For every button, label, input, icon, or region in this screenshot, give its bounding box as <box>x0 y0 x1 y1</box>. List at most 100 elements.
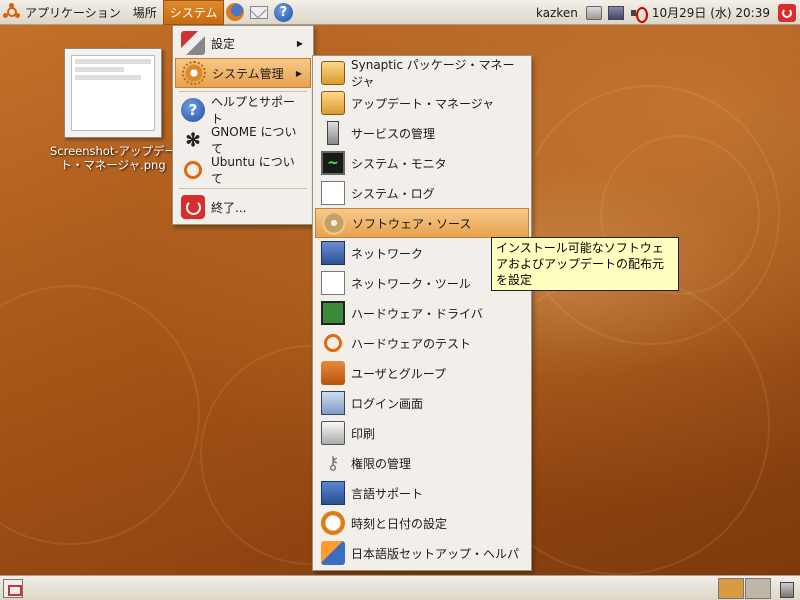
network-icon <box>321 241 345 265</box>
menu-item-label: ユーザとグループ <box>351 366 447 381</box>
menu-item-label: アップデート・マネージャ <box>351 96 495 111</box>
menu-item-hardware-test[interactable]: ハードウェアのテスト <box>315 328 529 358</box>
menu-item-label: 設定 <box>211 36 236 51</box>
menu-separator <box>179 188 307 189</box>
menu-item-label: Synaptic パッケージ・マネージャ <box>351 58 515 89</box>
bottom-panel <box>0 575 800 600</box>
menu-item-software-sources[interactable]: ソフトウェア・ソース <box>315 208 529 238</box>
show-desktop-button[interactable] <box>3 579 23 598</box>
menu-item-label: サービスの管理 <box>351 126 436 141</box>
menu-item-shutdown[interactable]: 終了... <box>175 192 311 222</box>
time-date-icon <box>321 511 345 535</box>
menu-item-label: Ubuntu について <box>211 155 295 186</box>
menu-item-synaptic[interactable]: Synaptic パッケージ・マネージャ <box>315 58 529 89</box>
menu-item-label: 印刷 <box>351 426 376 441</box>
menu-item-label: ヘルプとサポート <box>211 95 296 126</box>
menu-item-label: システム・ログ <box>351 186 435 201</box>
desktop-file-label: Screenshot-アップデート・マネージャ.png <box>49 144 176 172</box>
japanese-setup-icon <box>321 541 345 565</box>
firefox-icon <box>226 3 245 21</box>
system-monitor-icon <box>321 151 345 175</box>
username[interactable]: kazken <box>536 6 578 20</box>
menu-item-login-screen[interactable]: ログイン画面 <box>315 388 529 418</box>
preferences-icon <box>181 31 205 55</box>
system-tray: kazken 10月29日 (水) 20:39 <box>536 0 800 25</box>
menu-item-label: ログイン画面 <box>351 396 424 411</box>
menu-item-japanese-setup[interactable]: 日本語版セットアップ・ヘルパ <box>315 538 529 568</box>
logout-icon[interactable] <box>778 3 796 22</box>
menu-item-update-manager[interactable]: アップデート・マネージャ <box>315 88 529 118</box>
clock[interactable]: 10月29日 (水) 20:39 <box>652 4 770 21</box>
menu-item-preferences[interactable]: 設定 ▶ <box>175 28 311 58</box>
screenshot-thumbnail <box>64 48 162 138</box>
menu-item-printing[interactable]: 印刷 <box>315 418 529 448</box>
menu-item-about-gnome[interactable]: ✻ GNOME について <box>175 125 311 156</box>
system-admin-icon <box>182 61 206 85</box>
menu-item-users-groups[interactable]: ユーザとグループ <box>315 358 529 388</box>
top-panel: アプリケーション 場所 システム ? kazken 10月29日 (水) 20:… <box>0 0 800 25</box>
applications-menu[interactable]: アプリケーション <box>0 0 127 25</box>
services-icon <box>327 121 339 145</box>
menu-item-label: 終了... <box>211 200 247 215</box>
language-support-icon <box>321 481 345 505</box>
menu-item-label: ソフトウェア・ソース <box>352 216 472 231</box>
menu-item-services[interactable]: サービスの管理 <box>315 118 529 148</box>
system-log-icon <box>321 181 345 205</box>
menu-item-system-admin[interactable]: システム管理 ▶ <box>175 58 311 88</box>
users-groups-icon <box>321 361 345 385</box>
mail-icon <box>250 5 269 19</box>
menu-item-label: 言語サポート <box>351 486 424 501</box>
menu-item-label: ハードウェア・ドライバ <box>351 306 483 321</box>
login-screen-icon <box>321 391 345 415</box>
menu-item-label: ネットワーク <box>351 246 424 261</box>
printer-icon <box>321 421 345 445</box>
workspace-1[interactable] <box>718 578 744 599</box>
help-launcher[interactable]: ? <box>272 1 294 23</box>
menu-item-label: システム・モニタ <box>351 156 447 171</box>
menu-item-label: 時刻と日付の設定 <box>351 516 448 531</box>
menu-item-label: 日本語版セットアップ・ヘルパ <box>351 546 520 561</box>
submenu-arrow-icon: ▶ <box>296 38 303 48</box>
mail-launcher[interactable] <box>248 1 270 23</box>
firefox-launcher[interactable] <box>224 1 246 23</box>
menu-item-hardware-drivers[interactable]: ハードウェア・ドライバ <box>315 298 529 328</box>
hardware-drivers-icon <box>321 301 345 325</box>
places-menu[interactable]: 場所 <box>127 0 163 25</box>
menu-item-language-support[interactable]: 言語サポート <box>315 478 529 508</box>
tooltip: インストール可能なソフトウェアおよびアップデートの配布元を設定 <box>491 237 679 291</box>
menu-item-label: ハードウェアのテスト <box>351 336 472 351</box>
menu-item-system-monitor[interactable]: システム・モニタ <box>315 148 529 178</box>
hardware-test-icon <box>324 334 342 352</box>
menu-item-label: システム管理 <box>212 66 284 81</box>
menu-item-label: 権限の管理 <box>351 456 412 471</box>
synaptic-icon <box>321 61 345 85</box>
menu-item-label: GNOME について <box>211 125 297 156</box>
system-menu[interactable]: システム <box>162 0 225 25</box>
menu-item-about-ubuntu[interactable]: Ubuntu について <box>175 155 311 186</box>
menu-item-label: ネットワーク・ツール <box>351 276 471 291</box>
menu-item-time-date[interactable]: 時刻と日付の設定 <box>315 508 529 538</box>
menu-item-system-log[interactable]: システム・ログ <box>315 178 529 208</box>
system-admin-submenu: Synaptic パッケージ・マネージャ アップデート・マネージャ サービスの管… <box>312 55 532 571</box>
drive-icon[interactable] <box>585 5 602 20</box>
network-tools-icon <box>321 271 345 295</box>
update-manager-icon <box>321 91 345 115</box>
help-icon: ? <box>273 2 293 22</box>
authorizations-icon: ⚷ <box>326 452 340 474</box>
network-icon[interactable] <box>607 5 624 20</box>
ubuntu-logo-icon <box>3 3 20 20</box>
applications-menu-label: アプリケーション <box>25 5 121 20</box>
system-menu-dropdown: 設定 ▶ システム管理 ▶ ? ヘルプとサポート ✻ GNOME について Ub… <box>172 25 314 225</box>
trash-icon[interactable] <box>776 579 796 598</box>
desktop-file-icon[interactable]: Screenshot-アップデート・マネージャ.png <box>48 48 178 172</box>
shutdown-icon <box>181 195 205 219</box>
menu-item-help[interactable]: ? ヘルプとサポート <box>175 95 311 126</box>
menu-separator <box>179 91 307 92</box>
volume-muted-icon[interactable] <box>630 6 648 23</box>
menu-item-authorizations[interactable]: ⚷ 権限の管理 <box>315 448 529 478</box>
workspace-2[interactable] <box>745 578 771 599</box>
help-icon: ? <box>181 98 205 122</box>
submenu-arrow-icon: ▶ <box>295 68 302 78</box>
software-sources-icon <box>322 211 346 235</box>
ubuntu-icon <box>184 161 202 179</box>
